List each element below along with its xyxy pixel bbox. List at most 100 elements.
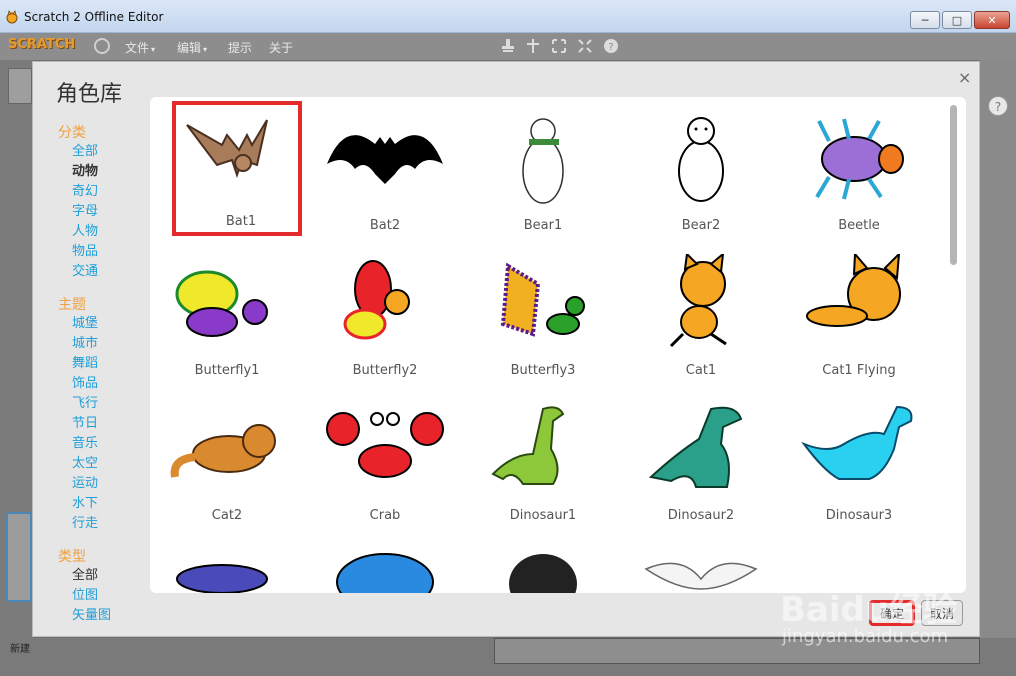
cut-icon[interactable] — [525, 38, 541, 54]
theme-walking[interactable]: 行走 — [58, 514, 148, 534]
theme-underwater[interactable]: 水下 — [58, 494, 148, 514]
background-editor-right — [980, 60, 1016, 676]
menu-tips[interactable]: 提示 — [228, 39, 252, 56]
theme-castle[interactable]: 城堡 — [58, 314, 148, 334]
filter-fantasy[interactable]: 奇幻 — [58, 182, 148, 202]
menu-file-label: 文件 — [125, 41, 150, 55]
polar-bear-scarf-icon — [522, 118, 564, 204]
sprite-name: Crab — [369, 508, 401, 523]
theme-flying[interactable]: 飞行 — [58, 394, 148, 414]
crab-icon — [326, 412, 444, 478]
filter-letters[interactable]: 字母 — [58, 202, 148, 222]
sprite-tile-butterfly3[interactable]: Butterfly3 — [478, 250, 608, 385]
close-icon: ✕ — [987, 13, 997, 27]
sprite-tile-bear1[interactable]: Bear1 — [478, 105, 608, 240]
cancel-button[interactable]: 取消 — [921, 600, 963, 626]
theme-music[interactable]: 音乐 — [58, 434, 148, 454]
sprite-grid[interactable]: Bat1 Bat2 Bear1 Bear2 Beetle Butterfly1 … — [150, 97, 966, 593]
sprite-tile-dog2[interactable] — [320, 540, 450, 593]
ok-button[interactable]: 确定 — [869, 600, 915, 626]
minimize-button[interactable]: ─ — [910, 11, 940, 29]
scratch-logo[interactable]: SCRATCH — [8, 37, 75, 52]
sprite-name: Dinosaur2 — [667, 508, 735, 523]
sprite-name: Butterfly2 — [352, 363, 418, 378]
type-vector[interactable]: 矢量图 — [58, 606, 148, 626]
sprite-name: Bat1 — [225, 214, 257, 229]
sprite-name: Cat2 — [211, 508, 243, 523]
background-stage-thumb — [8, 68, 32, 104]
menu-edit[interactable]: 编辑 ▾ — [177, 39, 207, 56]
caret-down-icon: ▾ — [203, 45, 208, 54]
new-sprite-label: 新建 — [10, 644, 30, 655]
butterfly-purple-icon — [500, 262, 585, 337]
cat-flying-icon — [806, 254, 901, 327]
sprite-name: Butterfly1 — [194, 363, 260, 378]
help-button[interactable]: ? — [988, 96, 1008, 116]
maximize-button[interactable]: □ — [942, 11, 972, 29]
sprite-library-dialog: × 角色库 分类 全部 动物 奇幻 字母 人物 物品 交通 主题 城堡 城市 舞… — [32, 61, 980, 637]
window-titlebar: Scratch 2 Offline Editor ─ □ ✕ — [0, 0, 1016, 33]
sprite-tile-cat1[interactable]: Cat1 — [636, 250, 766, 385]
sprite-tile-butterfly1[interactable]: Butterfly1 — [162, 250, 292, 385]
filter-sidebar: 分类 全部 动物 奇幻 字母 人物 物品 交通 主题 城堡 城市 舞蹈 饰品 飞… — [58, 122, 148, 626]
sprite-tile-beetle[interactable]: Beetle — [794, 105, 924, 240]
sprite-tile-butterfly2[interactable]: Butterfly2 — [320, 250, 450, 385]
sprite-tile-cat1-flying[interactable]: Cat1 Flying — [794, 250, 924, 385]
stamp-icon[interactable] — [500, 38, 516, 54]
menu-file[interactable]: 文件 ▾ — [125, 39, 155, 56]
menu-about[interactable]: 关于 — [269, 39, 293, 56]
sprite-tile-dog1[interactable] — [162, 540, 292, 593]
sprite-name: Dinosaur3 — [825, 508, 893, 523]
dialog-close-icon[interactable]: × — [958, 68, 971, 87]
category-heading: 分类 — [58, 125, 86, 141]
sprite-tile-dinosaur3[interactable]: Dinosaur3 — [794, 395, 924, 530]
cat-lying-icon — [170, 424, 276, 478]
minimize-icon: ─ — [921, 13, 929, 27]
scratch-cat-icon — [6, 10, 18, 24]
sprite-tile-dog3[interactable] — [478, 540, 608, 593]
close-window-button[interactable]: ✕ — [974, 11, 1010, 29]
sprite-tile-bat1[interactable]: Bat1 — [172, 101, 302, 236]
butterfly-green-icon — [175, 270, 268, 337]
filter-people[interactable]: 人物 — [58, 222, 148, 242]
scrollbar-thumb[interactable] — [950, 105, 957, 265]
sprite-tile-bat2[interactable]: Bat2 — [320, 105, 450, 240]
sprite-tile-crab[interactable]: Crab — [320, 395, 450, 530]
sprite-name: Bear1 — [523, 218, 563, 233]
type-heading: 类型 — [58, 549, 86, 565]
maximize-icon: □ — [951, 13, 963, 27]
filter-things[interactable]: 物品 — [58, 242, 148, 262]
dog-blue-icon — [336, 553, 434, 593]
dog-purple-icon — [176, 564, 268, 593]
sprite-name: Cat1 Flying — [822, 363, 896, 378]
theme-dress-up[interactable]: 饰品 — [58, 374, 148, 394]
butterfly-red-icon — [343, 260, 410, 340]
sprite-name: Cat1 — [685, 363, 717, 378]
theme-space[interactable]: 太空 — [58, 454, 148, 474]
filter-all[interactable]: 全部 — [58, 142, 148, 162]
type-all[interactable]: 全部 — [58, 566, 148, 586]
sprite-tile-dinosaur2[interactable]: Dinosaur2 — [636, 395, 766, 530]
caret-down-icon: ▾ — [151, 45, 156, 54]
dinosaur-green-icon — [491, 406, 565, 485]
window-title: Scratch 2 Offline Editor — [24, 10, 164, 24]
globe-icon[interactable] — [94, 38, 110, 54]
sprite-tile-bear2[interactable]: Bear2 — [636, 105, 766, 240]
theme-holiday[interactable]: 节日 — [58, 414, 148, 434]
sprite-tile-cat2[interactable]: Cat2 — [162, 395, 292, 530]
dinosaur-blue-icon — [801, 405, 913, 480]
dialog-title: 角色库 — [56, 82, 123, 107]
theme-sports[interactable]: 运动 — [58, 474, 148, 494]
theme-dance[interactable]: 舞蹈 — [58, 354, 148, 374]
filter-animals[interactable]: 动物 — [58, 162, 148, 182]
sprite-tile-dinosaur1[interactable]: Dinosaur1 — [478, 395, 608, 530]
grow-icon[interactable] — [551, 38, 567, 54]
sprite-tile-dove[interactable] — [636, 540, 766, 593]
sprite-name: Bear2 — [681, 218, 721, 233]
theme-city[interactable]: 城市 — [58, 334, 148, 354]
type-bitmap[interactable]: 位图 — [58, 586, 148, 606]
dove-icon — [644, 562, 758, 590]
help-icon[interactable]: ? — [603, 38, 619, 54]
shrink-icon[interactable] — [577, 38, 593, 54]
filter-transportation[interactable]: 交通 — [58, 262, 148, 282]
